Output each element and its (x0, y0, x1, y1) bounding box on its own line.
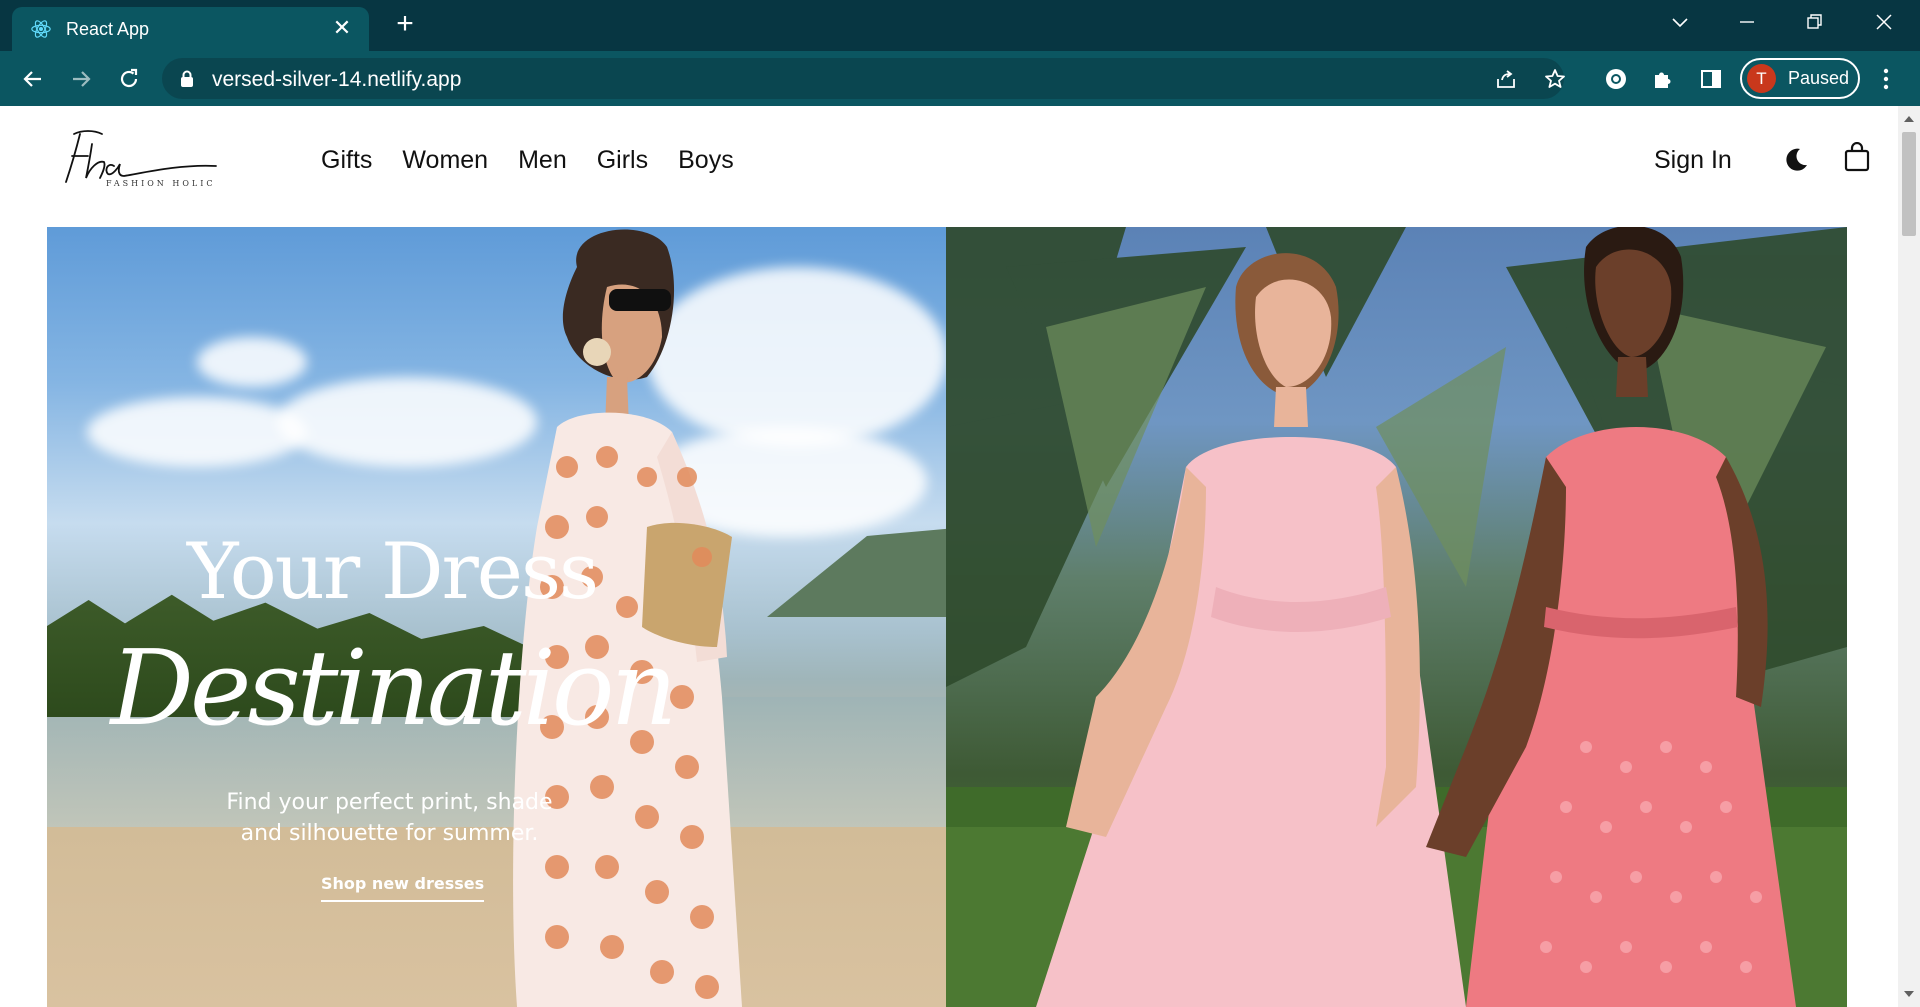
nav-men[interactable]: Men (518, 146, 567, 175)
url-text: versed-silver-14.netlify.app (212, 68, 462, 91)
tab-close-icon[interactable]: ✕ (329, 15, 355, 41)
hero-palm-image (946, 227, 1847, 1007)
browser-tab[interactable]: React App ✕ (12, 7, 369, 51)
hero-subtitle-line1: Find your perfect print, shade (226, 790, 553, 815)
extension-circle-icon[interactable] (1604, 67, 1628, 91)
nav-boys[interactable]: Boys (678, 146, 734, 175)
nav-gifts[interactable]: Gifts (321, 146, 372, 175)
nav-women[interactable]: Women (402, 146, 488, 175)
hero-title-line2: Destination (110, 627, 678, 749)
nav-girls[interactable]: Girls (597, 146, 648, 175)
dark-mode-moon-icon[interactable] (1782, 146, 1810, 174)
scroll-down-arrow-icon[interactable] (1904, 991, 1914, 997)
restore-icon[interactable] (1795, 6, 1835, 38)
model-in-printed-dress (513, 229, 742, 1007)
page-scrollbar[interactable] (1898, 106, 1920, 1007)
shopping-bag-icon[interactable] (1843, 142, 1871, 172)
extensions-puzzle-icon[interactable] (1651, 67, 1675, 91)
reload-icon[interactable] (113, 63, 145, 95)
sign-in-link[interactable]: Sign In (1654, 146, 1732, 175)
hero-beach-image: Your Dress Destination Find your perfect… (47, 227, 946, 1007)
side-panel-icon[interactable] (1699, 67, 1723, 91)
browser-toolbar: versed-silver-14.netlify.app T Paused (0, 51, 1920, 106)
browser-tab-strip: React App ✕ + (0, 0, 1920, 51)
fashion-holic-logo[interactable]: FASHION HOLIC (58, 124, 226, 190)
new-tab-button[interactable]: + (390, 9, 420, 40)
react-icon (31, 20, 51, 38)
minimize-icon[interactable] (1727, 6, 1767, 38)
scroll-up-arrow-icon[interactable] (1904, 116, 1914, 122)
hero-subtitle-line2: and silhouette for summer. (240, 821, 539, 846)
more-menu-icon[interactable] (1876, 67, 1896, 91)
page-viewport: FASHION HOLIC Gifts Women Men Girls Boys… (0, 106, 1898, 1007)
tab-title: React App (66, 19, 150, 39)
address-bar[interactable]: versed-silver-14.netlify.app (162, 58, 1567, 99)
avatar: T (1747, 64, 1776, 93)
back-icon[interactable] (17, 63, 49, 95)
profile-status: Paused (1788, 68, 1850, 88)
tab-search-icon[interactable] (1660, 6, 1700, 38)
svg-text:FASHION HOLIC: FASHION HOLIC (106, 179, 215, 188)
hero-title-line1: Your Dress (186, 527, 599, 617)
palm-leaves-illustration (946, 227, 1847, 1007)
scrollbar-thumb[interactable] (1902, 132, 1916, 236)
close-window-icon[interactable] (1864, 6, 1904, 38)
hero-subtitle: Find your perfect print, shade and silho… (47, 787, 732, 849)
share-icon[interactable] (1494, 67, 1518, 91)
profile-button[interactable]: T Paused (1740, 58, 1860, 99)
bookmark-star-icon[interactable] (1543, 67, 1567, 91)
shop-new-dresses-link[interactable]: Shop new dresses (321, 874, 485, 902)
main-nav: Gifts Women Men Girls Boys (321, 146, 734, 175)
lock-icon (181, 70, 193, 87)
forward-icon[interactable] (65, 63, 97, 95)
